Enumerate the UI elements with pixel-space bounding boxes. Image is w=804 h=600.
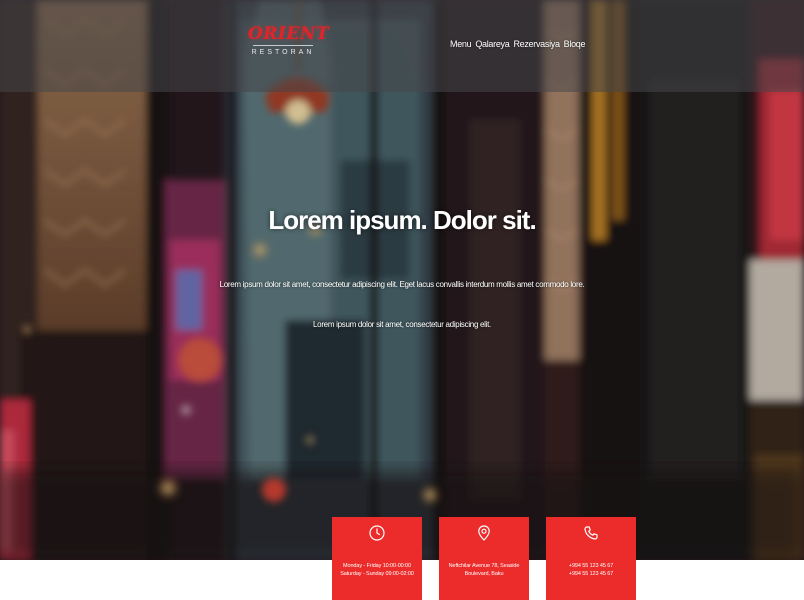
hero-paragraph-1: Lorem ipsum dolor sit amet, consectetur …: [219, 280, 585, 289]
address-card[interactable]: Neftchilar Avenue 78, Seaside Boulevard,…: [439, 517, 529, 600]
restaurant-logo[interactable]: ORIENT RESTORAN: [248, 24, 330, 72]
main-nav: Menu Qalareya Rezervasiya Bloqe: [450, 39, 585, 49]
clock-icon: [369, 525, 385, 541]
address-line-2: Boulevard, Baku: [464, 571, 504, 577]
hours-card[interactable]: Monday - Friday 10:00-00:00 Saturday - S…: [332, 517, 422, 600]
site-header: ORIENT RESTORAN Menu Qalareya Rezervasiy…: [0, 0, 804, 92]
phone-card[interactable]: +994 55 123 45 67 +994 55 123 45 67: [546, 517, 636, 600]
nav-item-menu[interactable]: Menu: [450, 39, 472, 49]
nav-item-qalareya[interactable]: Qalareya: [475, 39, 509, 49]
hours-line-weekdays: Monday - Friday 10:00-00:00: [343, 563, 411, 569]
nav-item-rezervasiya[interactable]: Rezervasiya: [513, 39, 560, 49]
hero-title: Lorem ipsum. Dolor sit.: [268, 205, 536, 235]
hero-paragraph-2: Lorem ipsum dolor sit amet, consectetur …: [313, 320, 491, 329]
address-text: Neftchilar Avenue 78, Seaside Boulevard,…: [443, 562, 525, 578]
location-pin-icon: [478, 525, 490, 541]
phone-text: +994 55 123 45 67 +994 55 123 45 67: [550, 562, 632, 578]
logo-subtitle: RESTORAN: [251, 49, 315, 56]
logo-wordmark: ORIENT: [248, 24, 330, 44]
hours-text: Monday - Friday 10:00-00:00 Saturday - S…: [336, 562, 418, 578]
phone-number-1[interactable]: +994 55 123 45 67: [550, 562, 632, 570]
phone-icon: [584, 526, 598, 540]
phone-number-2[interactable]: +994 55 123 45 67: [550, 570, 632, 578]
address-line-1: Neftchilar Avenue 78, Seaside: [448, 563, 520, 569]
nav-item-bloqe[interactable]: Bloqe: [564, 39, 586, 49]
logo-divider: [253, 45, 313, 46]
page: ORIENT RESTORAN Menu Qalareya Rezervasiy…: [0, 0, 804, 600]
hours-line-weekend: Saturday - Sunday 09:00-02:00: [340, 571, 414, 577]
